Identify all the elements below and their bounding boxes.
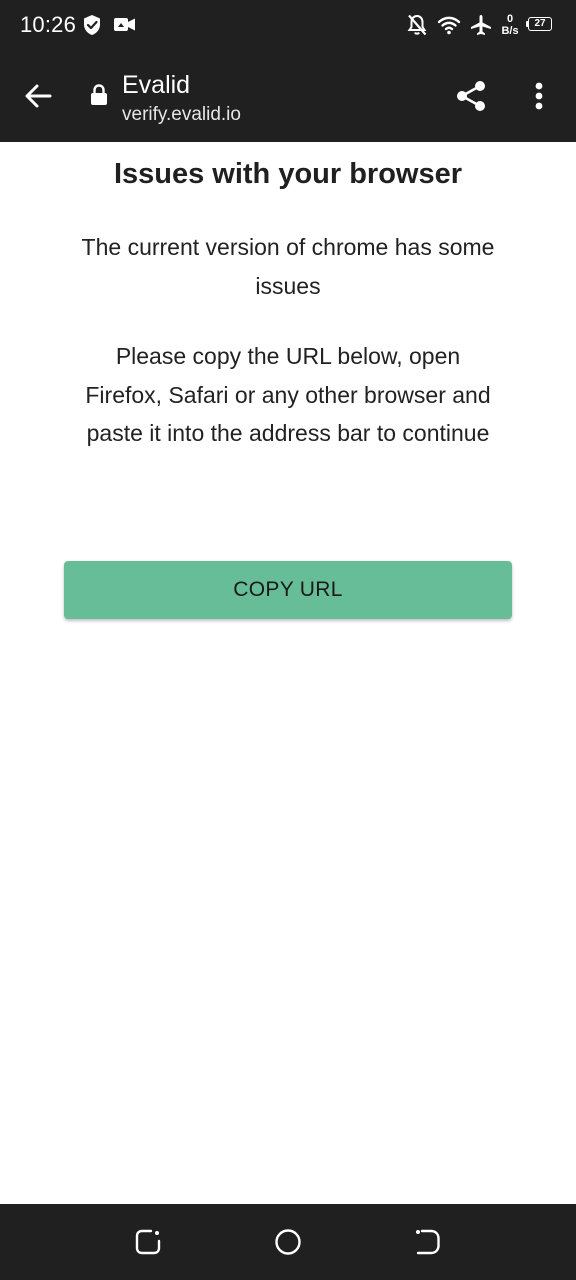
more-vert-icon[interactable] <box>533 82 545 110</box>
status-bar: 10:26 0 B/s 27 <box>0 0 576 52</box>
browser-toolbar: Evalid verify.evalid.io <box>0 52 576 142</box>
system-nav-bar <box>0 1204 576 1280</box>
notifications-off-icon <box>407 14 427 36</box>
recents-icon[interactable] <box>134 1228 162 1256</box>
issue-heading: Issues with your browser <box>113 158 463 190</box>
web-content: Issues with your browser The current ver… <box>0 142 576 1204</box>
share-icon[interactable] <box>455 80 487 112</box>
video-camera-icon <box>114 18 135 31</box>
status-time: 10:26 <box>20 12 77 37</box>
instructions-text: Please copy the URL below, open Firefox,… <box>85 343 491 446</box>
copy-url-button[interactable]: COPY URL <box>64 561 512 619</box>
wifi-icon <box>437 16 461 35</box>
page-title: Evalid <box>122 71 191 99</box>
airplane-icon <box>471 15 491 35</box>
network-speed-unit: B/s <box>501 25 519 37</box>
shield-icon <box>84 15 100 35</box>
back-arrow-icon[interactable] <box>24 82 52 110</box>
url-text[interactable]: verify.evalid.io <box>122 104 241 126</box>
battery-icon: 27 <box>526 17 554 33</box>
back-icon[interactable] <box>414 1228 442 1256</box>
browser-chrome: 10:26 0 B/s 27 Evalid verify.evalid.io <box>0 0 576 142</box>
battery-level: 27 <box>528 17 552 31</box>
network-speed: 0 B/s <box>499 13 521 37</box>
home-icon[interactable] <box>274 1228 302 1256</box>
network-speed-value: 0 <box>506 13 514 25</box>
issue-description: The current version of chrome has some i… <box>81 234 495 299</box>
lock-icon[interactable] <box>90 84 108 106</box>
